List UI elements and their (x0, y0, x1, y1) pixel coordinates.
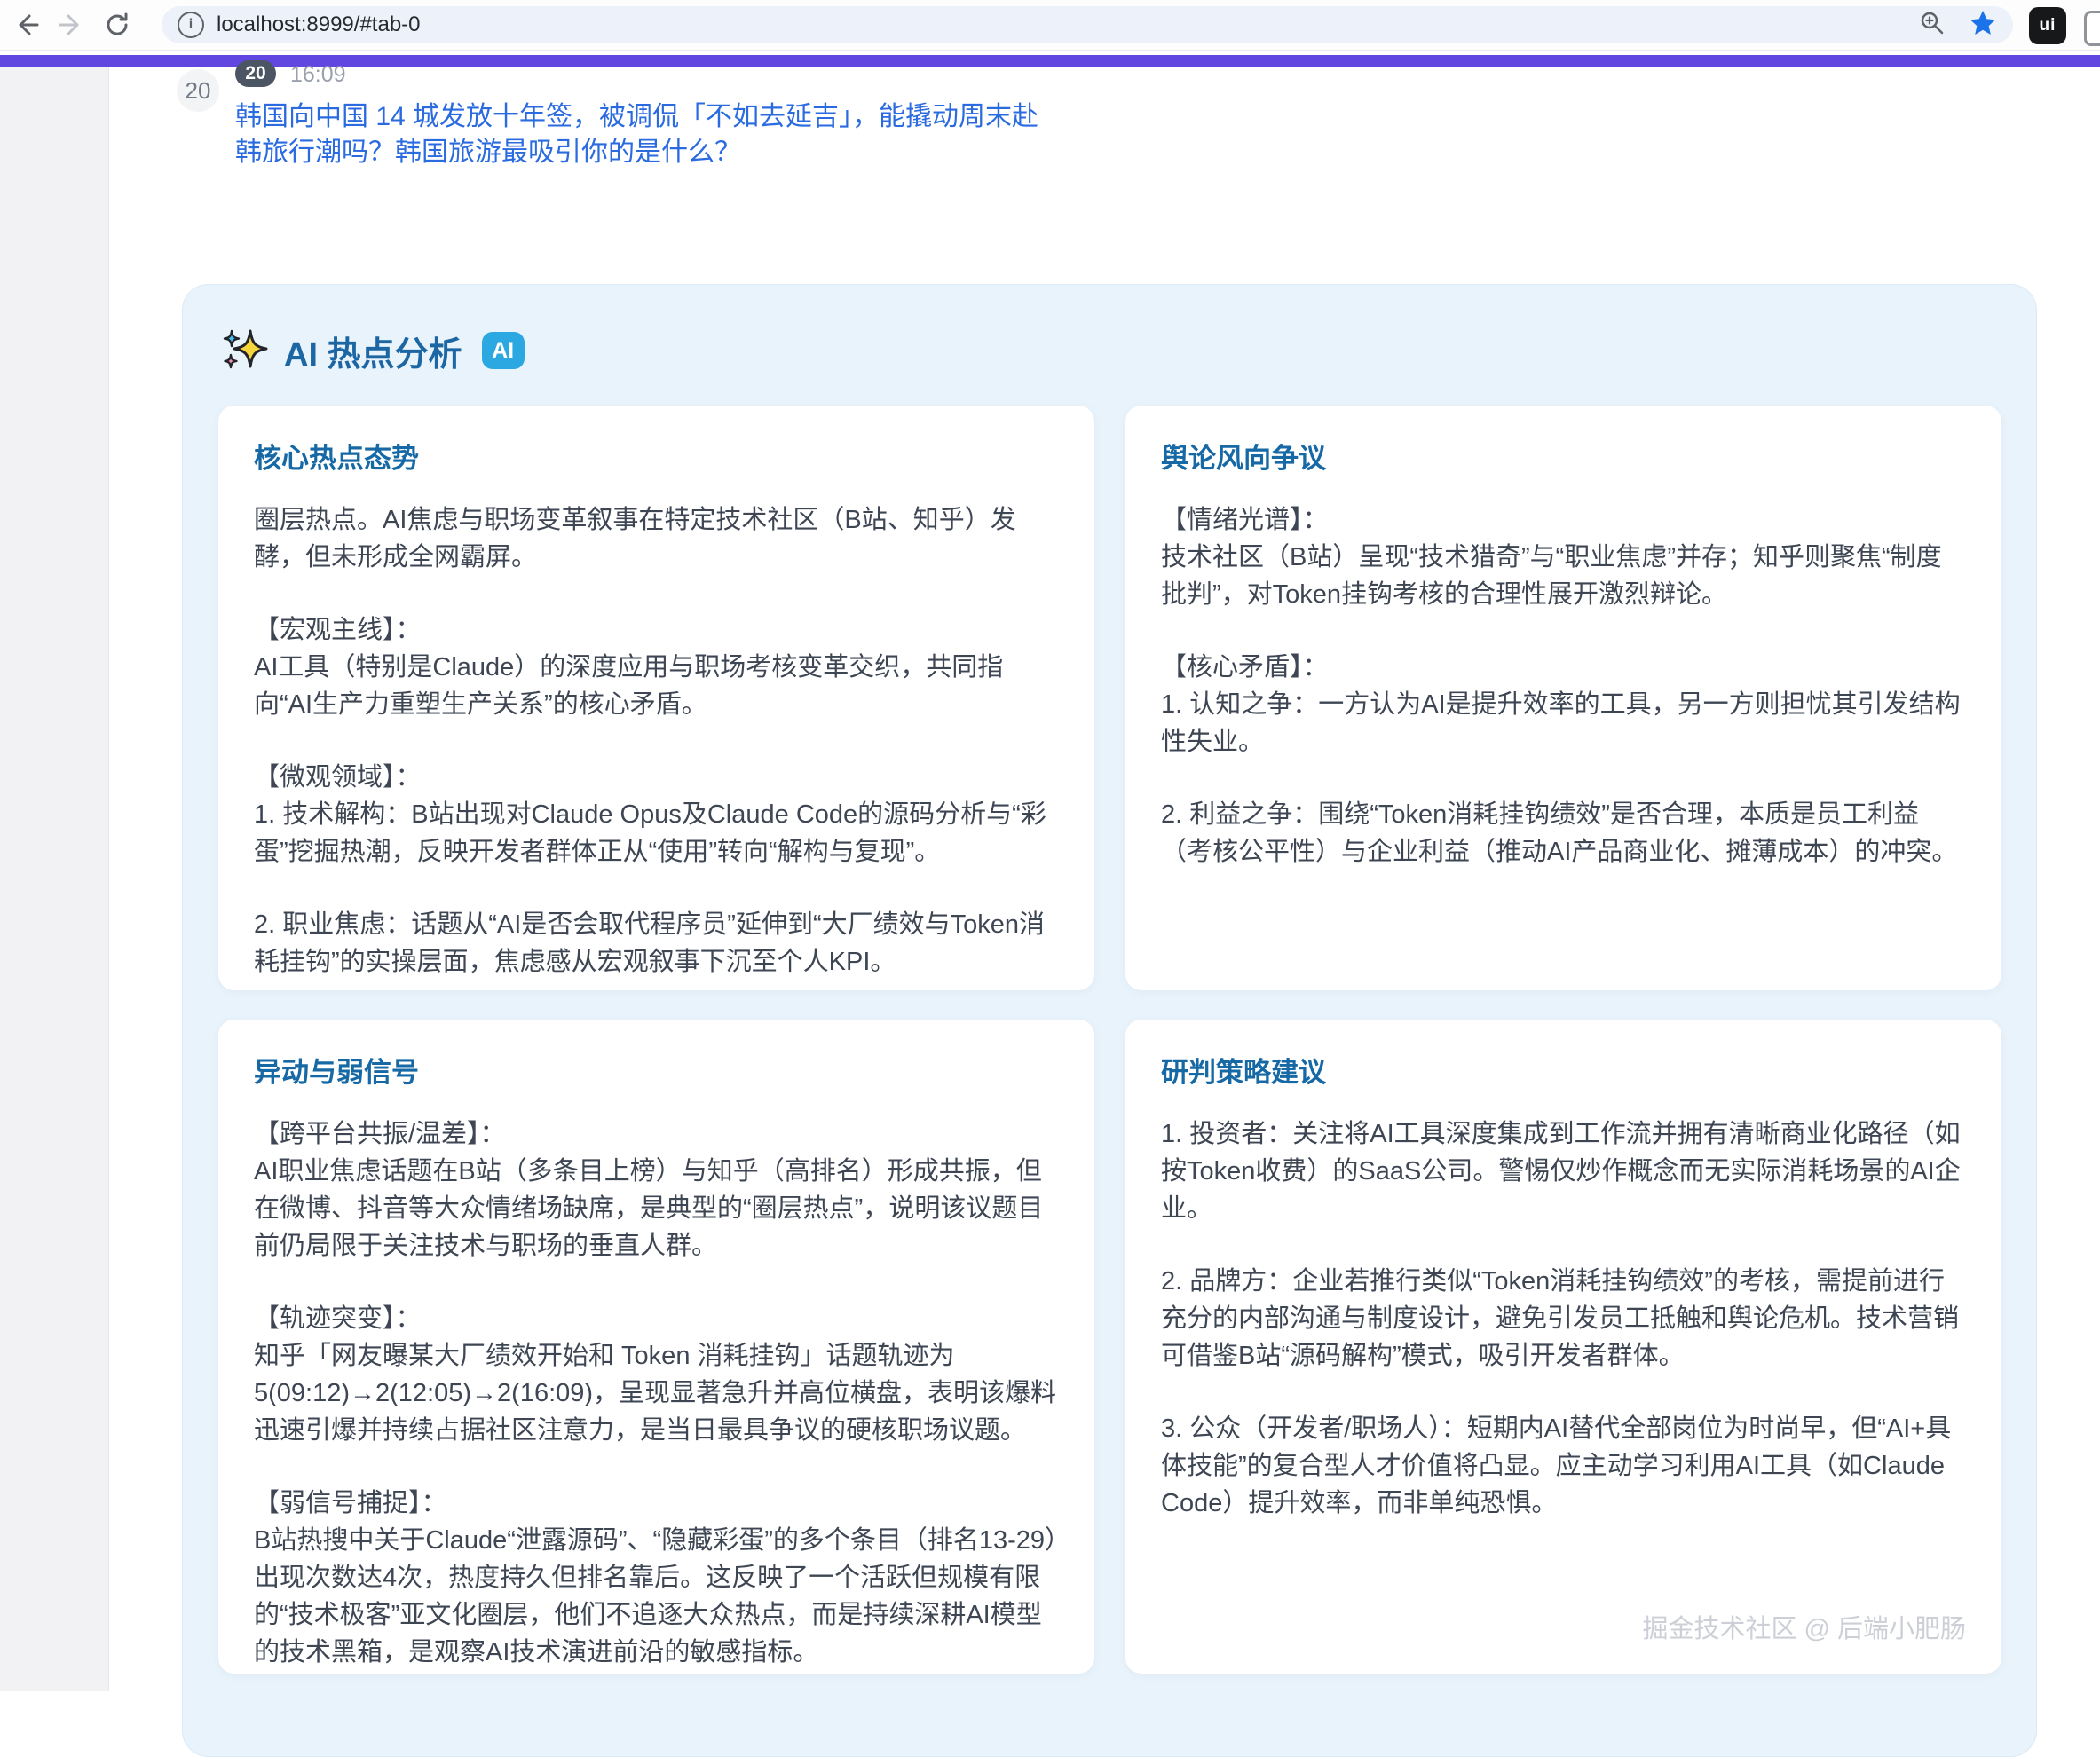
card-strategy-advice: 研判策略建议 1. 投资者：关注将AI工具深度集成到工作流并拥有清晰商业化路径（… (1125, 1020, 2001, 1674)
card-paragraph: 【轨迹突变】： 知乎「网友曝某大厂绩效开始和 Token 消耗挂钩」话题轨迹为 … (254, 1300, 1059, 1449)
watermark: 掘金技术社区 @ 后端小肥肠 (1642, 1608, 1966, 1645)
card-heading: 异动与弱信号 (254, 1055, 1059, 1091)
card-paragraph: 【弱信号捕捉】： B站热搜中关于Claude“泄露源码”、“隐藏彩蛋”的多个条目… (254, 1485, 1059, 1671)
forward-button[interactable] (55, 9, 87, 41)
panel-title: AI 热点分析 (284, 327, 462, 375)
back-arrow-icon (13, 12, 40, 38)
left-rail (0, 67, 109, 1691)
ai-analysis-header: AI 热点分析 AI (220, 326, 2000, 375)
analysis-card-grid: 核心热点态势 圈层热点。AI焦虑与职场变革叙事在特定技术社区（B站、知乎）发酵，… (218, 406, 2000, 1674)
ai-analysis-panel: AI 热点分析 AI 核心热点态势 圈层热点。AI焦虑与职场变革叙事在特定技术社… (182, 284, 2037, 1757)
card-paragraph: 【宏观主线】： AI工具（特别是Claude）的深度应用与职场考核变革交织，共同… (254, 611, 1059, 723)
ai-badge: AI (482, 332, 525, 369)
card-core-trend: 核心热点态势 圈层热点。AI焦虑与职场变革叙事在特定技术社区（B站、知乎）发酵，… (218, 406, 1094, 990)
url-text[interactable]: localhost:8999/#tab-0 (217, 12, 1919, 37)
back-button[interactable] (11, 9, 43, 41)
card-paragraph: 2. 职业焦虑：话题从“AI是否会取代程序员”延伸到“大厂绩效与Token消耗挂… (254, 906, 1059, 981)
card-heading: 舆论风向争议 (1161, 441, 1966, 477)
zoom-icon[interactable] (1919, 10, 1946, 41)
card-heading: 核心热点态势 (254, 441, 1059, 477)
site-info-icon[interactable]: i (178, 12, 204, 38)
clipped-toolbar-icon[interactable] (2084, 11, 2100, 46)
reload-icon (104, 12, 130, 38)
bookmark-star-icon[interactable] (1969, 9, 1997, 42)
address-bar[interactable]: i localhost:8999/#tab-0 (162, 6, 2013, 43)
card-paragraph: 【跨平台共振/温差】： AI职业焦虑话题在B站（多条目上榜）与知乎（高排名）形成… (254, 1115, 1059, 1265)
card-paragraph: 2. 品牌方：企业若推行类似“Token消耗挂钩绩效”的考核，需提前进行充分的内… (1161, 1263, 1966, 1375)
card-paragraph: 【微观领域】： 1. 技术解构：B站出现对Claude Opus及Claude … (254, 759, 1059, 871)
card-paragraph: 1. 投资者：关注将AI工具深度集成到工作流并拥有清晰商业化路径（如按Token… (1161, 1115, 1966, 1227)
forward-arrow-icon (58, 12, 84, 38)
browser-toolbar: i localhost:8999/#tab-0 ui (0, 0, 2100, 51)
card-weak-signals: 异动与弱信号 【跨平台共振/温差】： AI职业焦虑话题在B站（多条目上榜）与知乎… (218, 1020, 1094, 1674)
reload-button[interactable] (101, 9, 133, 41)
topic-headline-link[interactable]: 韩国向中国 14 城发放十年签，被调侃「不如去延吉」，能撬动周末赴 韩旅行潮吗？… (235, 99, 1061, 170)
extension-icon[interactable]: ui (2029, 7, 2066, 44)
timeline-rank-badge: 20 (235, 60, 276, 87)
card-paragraph: 【核心矛盾】： 1. 认知之争：一方认为AI是提升效率的工具，另一方则担忧其引发… (1161, 649, 1966, 760)
card-paragraph: 【情绪光谱】： 技术社区（B站）呈现“技术猎奇”与“职业焦虑”并存；知乎则聚焦“… (1161, 501, 1966, 613)
sparkles-icon (220, 326, 270, 375)
card-paragraph: 3. 公众（开发者/职场人）：短期内AI替代全部岗位为时尚早，但“AI+具体技能… (1161, 1410, 1966, 1522)
timeline-timestamp: 16:09 (290, 62, 346, 88)
card-paragraph: 圈层热点。AI焦虑与职场变革叙事在特定技术社区（B站、知乎）发酵，但未形成全网霸… (254, 501, 1059, 576)
timeline-rank-circle: 20 (177, 69, 219, 112)
card-heading: 研判策略建议 (1161, 1055, 1966, 1091)
card-paragraph: 2. 利益之争：围绕“Token消耗挂钩绩效”是否合理，本质是员工利益（考核公平… (1161, 796, 1966, 871)
card-opinion-controversy: 舆论风向争议 【情绪光谱】： 技术社区（B站）呈现“技术猎奇”与“职业焦虑”并存… (1125, 406, 2001, 990)
